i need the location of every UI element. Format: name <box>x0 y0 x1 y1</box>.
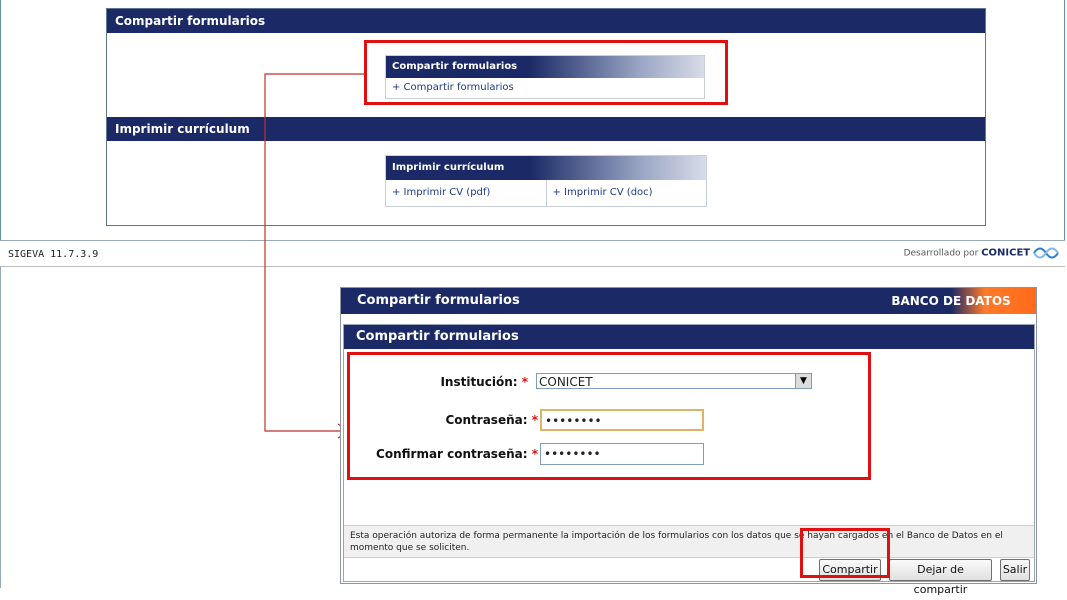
unshare-button[interactable]: Dejar de compartir <box>889 559 992 596</box>
highlight-form-fields <box>347 352 871 480</box>
exit-button[interactable]: Salir <box>1000 559 1030 581</box>
highlight-share-button <box>800 528 890 578</box>
authorization-note: Esta operación autoriza de forma permane… <box>344 525 1034 558</box>
banco-de-datos-banner: BANCO DE DATOS <box>866 288 1036 314</box>
panel-title: Compartir formularios <box>344 325 1034 349</box>
